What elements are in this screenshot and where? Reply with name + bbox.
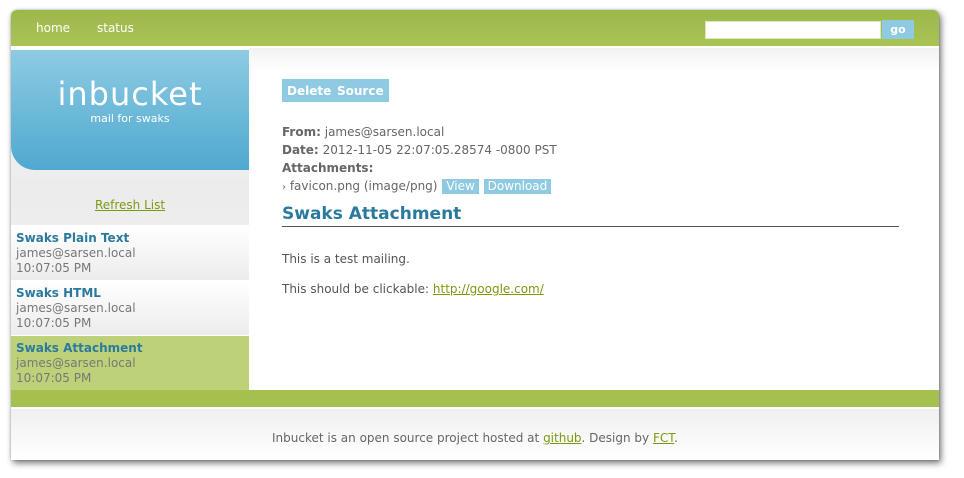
footer-band [11,390,939,409]
body-link[interactable]: http://google.com/ [433,282,544,296]
message-subject: Swaks Plain Text [16,231,130,245]
search-go-button[interactable]: go [882,20,914,39]
app-window: home status go inbucket mail for swaks R… [11,10,939,460]
message-list-item[interactable]: Swaks HTML james@sarsen.local 10:07:05 P… [11,280,249,335]
message-time: 10:07:05 PM [16,316,92,330]
from-value: james@sarsen.local [324,125,445,139]
message-title: Swaks Attachment [282,204,899,227]
body-text: This should be clickable: [282,282,430,296]
date-row: Date: 2012-11-05 22:07:05.28574 -0800 PS… [282,143,557,158]
footer-text-before: Inbucket is an open source project hoste… [272,431,540,445]
date-label: Date: [282,143,319,157]
logo: inbucket mail for swaks [11,50,249,170]
message-body-line: This should be clickable: http://google.… [282,282,544,297]
message-subject: Swaks Attachment [16,341,143,355]
from-label: From: [282,125,321,139]
fct-link[interactable]: FCT [653,431,674,445]
from-row: From: james@sarsen.local [282,125,444,140]
footer: Inbucket is an open source project hoste… [11,409,939,460]
footer-text-middle: . Design by [581,431,650,445]
attachments-row: Attachments: [282,161,373,176]
top-navigation-bar: home status go [11,10,939,48]
attachments-label: Attachments: [282,161,374,175]
logo-title: inbucket [57,75,203,113]
message-time: 10:07:05 PM [16,261,92,275]
attachment-view-button[interactable]: View [442,179,479,194]
message-from: james@sarsen.local [16,356,136,370]
attachment-name: favicon.png (image/png) [289,179,438,193]
sidebar: inbucket mail for swaks Refresh List Swa… [11,48,249,390]
refresh-container: Refresh List [11,198,249,212]
message-list-item-selected[interactable]: Swaks Attachment james@sarsen.local 10:0… [11,335,249,390]
source-button[interactable]: Source [332,79,389,102]
message-list-item[interactable]: Swaks Plain Text james@sarsen.local 10:0… [11,225,249,280]
refresh-list-link[interactable]: Refresh List [95,198,165,212]
delete-button[interactable]: Delete [282,79,337,102]
message-from: james@sarsen.local [16,246,136,260]
message-body-line: This is a test mailing. [282,252,410,266]
nav-home-link[interactable]: home [36,21,70,35]
footer-text-after: . [674,431,678,445]
attachment-item: › favicon.png (image/png) View Download [282,179,552,195]
message-view: Delete Source From: james@sarsen.local D… [249,48,939,390]
bullet-icon: › [282,182,286,193]
attachment-download-button[interactable]: Download [483,179,552,194]
message-time: 10:07:05 PM [16,371,92,385]
search-input[interactable] [705,21,881,39]
message-subject: Swaks HTML [16,286,101,300]
date-value: 2012-11-05 22:07:05.28574 -0800 PST [322,143,557,157]
github-link[interactable]: github [543,431,581,445]
logo-subtitle: mail for swaks [90,112,170,125]
nav-status-link[interactable]: status [97,21,134,35]
message-from: james@sarsen.local [16,301,136,315]
footer-text: Inbucket is an open source project hoste… [11,431,939,445]
